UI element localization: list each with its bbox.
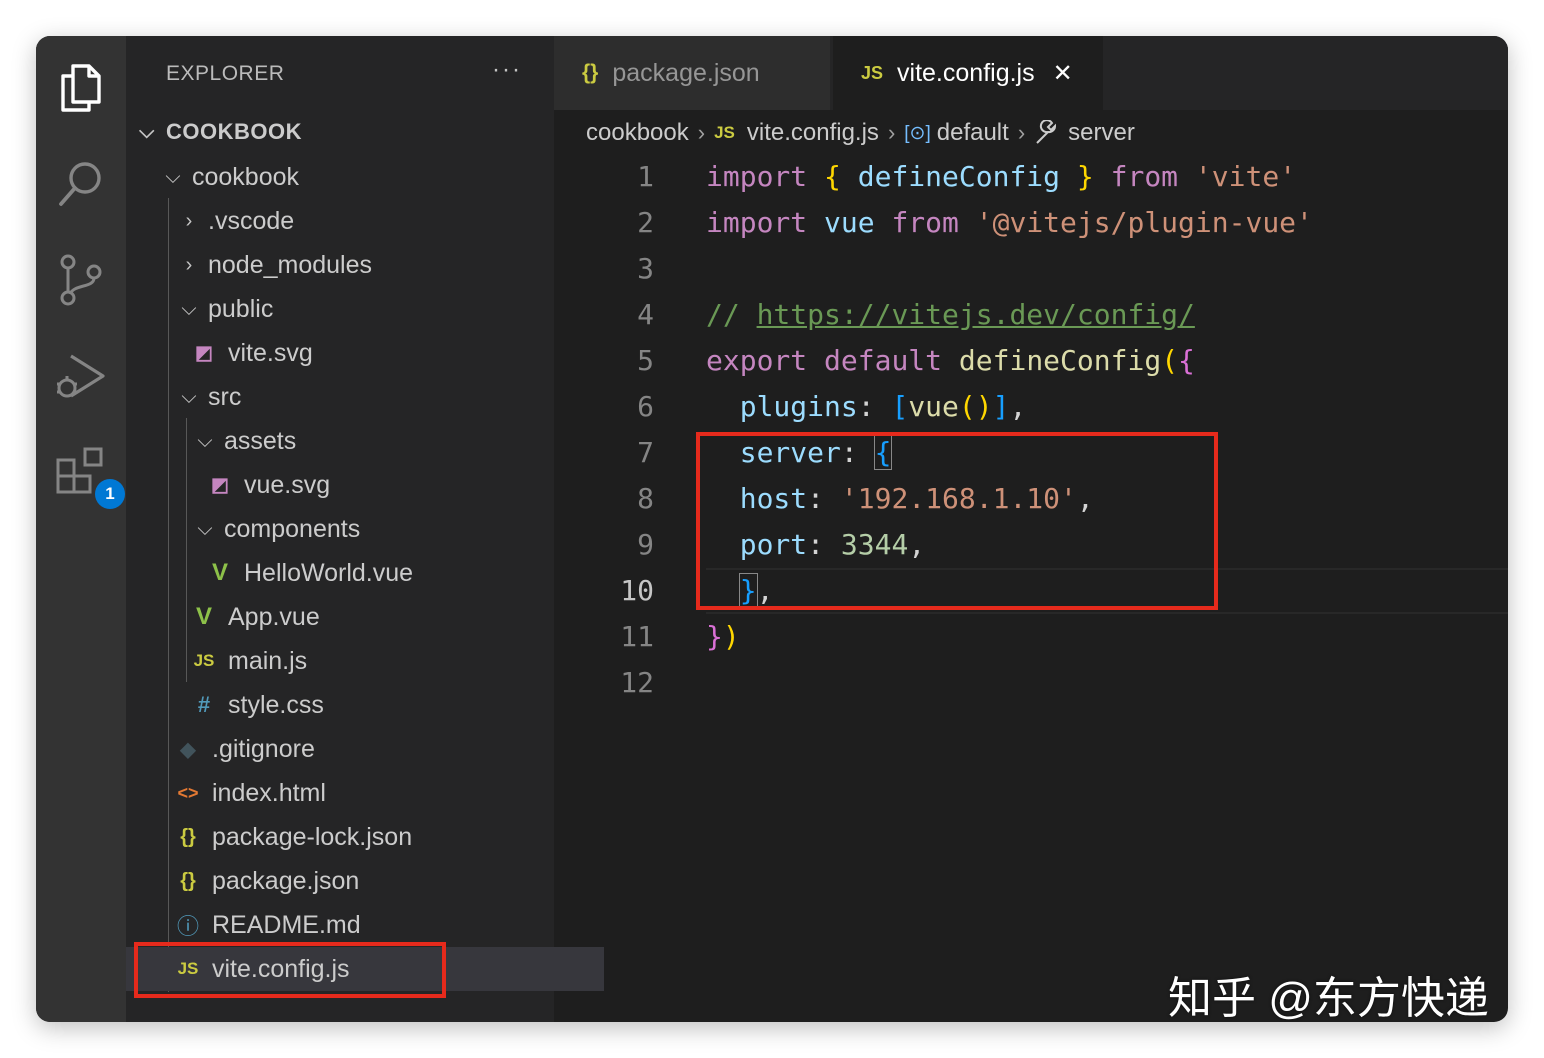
tree-file-package-lock-json[interactable]: {}package-lock.json [126,815,604,859]
chevron-down-icon: ⌵ [162,166,184,189]
breadcrumb-item[interactable]: server [1068,119,1135,147]
git-file-icon: ◆ [176,737,200,762]
json-file-icon: {} [176,870,200,893]
tree-file-index-html[interactable]: <>index.html [126,771,604,815]
line-code: export default defineConfig({ [706,338,1195,384]
line-number: 11 [554,614,654,660]
code-line: 1 import { defineConfig } from 'vite' [554,154,1508,200]
explorer-sidebar: EXPLORER ··· ⌵COOKBOOK ⌵cookbook ›.vscod… [126,36,554,1022]
line-number: 8 [554,476,654,522]
chevron-down-icon: ⌵ [178,386,200,409]
line-number: 2 [554,200,654,246]
js-file-icon: JS [192,651,216,671]
line-number: 5 [554,338,654,384]
tree-file-vite-svg[interactable]: ◩vite.svg [126,331,620,375]
activity-bar: 1 [36,36,126,1022]
tree-folder-public[interactable]: ⌵public [126,287,606,331]
chevron-right-icon: › [888,120,895,146]
line-code: // https://vitejs.dev/config/ [706,292,1195,338]
js-file-icon: JS [714,123,735,143]
line-code: plugins: [vue()], [706,384,1026,430]
tree-file-package-json[interactable]: {}package.json [126,859,604,903]
vue-file-icon: V [192,603,216,631]
info-icon: ⓘ [176,909,200,941]
tree-file-readme-md[interactable]: ⓘREADME.md [126,903,604,947]
extensions-badge: 1 [95,479,125,509]
tree-folder-node-modules[interactable]: ›node_modules [126,243,606,287]
line-number: 12 [554,660,654,706]
vscode-window: 1 EXPLORER ··· ⌵COOKBOOK ⌵cookbook ›.vsc… [36,36,1508,1022]
line-number: 9 [554,522,654,568]
line-code: import vue from '@vitejs/plugin-vue' [706,200,1313,246]
line-number: 6 [554,384,654,430]
tree-folder-src[interactable]: ⌵src [126,375,606,419]
wrench-icon [1034,120,1060,146]
tree-folder-components[interactable]: ⌵components [126,507,622,551]
tree-file-gitignore[interactable]: ◆.gitignore [126,727,604,771]
chevron-right-icon: › [698,120,705,146]
chevron-right-icon: › [1018,120,1025,146]
tab-vite-config-js[interactable]: JS vite.config.js ✕ [833,36,1103,110]
chevron-right-icon: › [178,254,200,277]
tree-file-style-css[interactable]: #style.css [126,683,620,727]
line-code: }) [706,614,740,660]
tree-file-main-js[interactable]: JSmain.js [126,639,620,683]
line-number: 3 [554,246,654,292]
breadcrumb: cookbook › JS vite.config.js › [⊙] defau… [586,116,1135,150]
more-actions-icon[interactable]: ··· [492,56,522,84]
sidebar-highlight-box [134,942,446,998]
close-icon[interactable]: ✕ [1053,59,1073,88]
code-line: 12 [554,660,1508,706]
breadcrumb-item[interactable]: default [937,119,1009,147]
tree-folder-vscode[interactable]: ›.vscode [126,199,606,243]
svg-file-icon: ◩ [192,342,216,365]
json-file-icon: {} [176,826,200,849]
line-number: 4 [554,292,654,338]
chevron-right-icon: › [178,210,200,233]
vue-file-icon: V [208,559,232,587]
js-file-icon: JS [861,63,883,84]
breadcrumb-item[interactable]: cookbook [586,119,689,147]
editor-tab-bar: {} package.json JS vite.config.js ✕ [554,36,1508,110]
line-number: 10 [554,568,654,614]
svg-file-icon: ◩ [208,474,232,497]
code-line: 4 // https://vitejs.dev/config/ [554,292,1508,338]
code-line: 11 }) [554,614,1508,660]
line-code: import { defineConfig } from 'vite' [706,154,1296,200]
run-debug-icon[interactable] [51,346,111,406]
code-line: 2 import vue from '@vitejs/plugin-vue' [554,200,1508,246]
section-header[interactable]: ⌵COOKBOOK [126,110,564,154]
chevron-down-icon: ⌵ [136,121,158,144]
code-line: 3 [554,246,1508,292]
tree-folder-assets[interactable]: ⌵assets [126,419,622,463]
chevron-down-icon: ⌵ [194,430,216,453]
line-number: 7 [554,430,654,476]
breadcrumb-item[interactable]: vite.config.js [747,119,879,147]
tree-file-app-vue[interactable]: VApp.vue [126,595,620,639]
code-highlight-box [696,432,1218,610]
line-number: 1 [554,154,654,200]
variable-icon: [⊙] [904,122,930,145]
extensions-icon[interactable]: 1 [51,442,111,502]
chevron-down-icon: ⌵ [178,298,200,321]
json-file-icon: {} [582,61,598,85]
watermark: 知乎 @东方快递 [1168,962,1489,1022]
css-file-icon: # [192,692,216,718]
code-line: 6 plugins: [vue()], [554,384,1508,430]
chevron-down-icon: ⌵ [194,518,216,541]
tree-folder-cookbook[interactable]: ⌵cookbook [126,155,590,199]
explorer-title: EXPLORER [166,62,284,86]
source-control-icon[interactable] [51,250,111,310]
search-icon[interactable] [51,154,111,214]
tab-package-json[interactable]: {} package.json [554,36,830,110]
files-icon[interactable] [51,58,111,118]
html-file-icon: <> [176,783,200,804]
code-line: 5 export default defineConfig({ [554,338,1508,384]
